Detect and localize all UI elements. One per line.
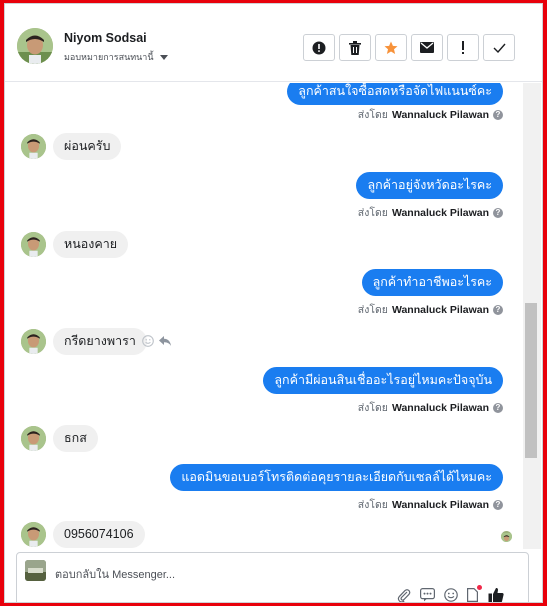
help-icon[interactable]: ?	[493, 207, 503, 218]
exclamation-icon	[462, 40, 464, 54]
reply-composer: ตอบกลับใน Messenger...	[16, 552, 529, 603]
done-button[interactable]	[483, 34, 515, 61]
help-icon[interactable]: ?	[493, 304, 503, 315]
star-icon	[384, 41, 398, 54]
message-thread: ลูกค้าสนใจซื้อสดหรือจัดไฟแนนซ์คะ ส่งโดย …	[5, 83, 523, 549]
sent-by-label: ส่งโดย Wannaluck Pilawan ?	[358, 399, 503, 416]
conversation-actions	[303, 34, 515, 61]
message-bubble-outgoing[interactable]: ลูกค้าอยู่จังหวัดอะไรคะ	[356, 172, 503, 199]
envelope-icon	[420, 42, 434, 53]
message-bubble-outgoing[interactable]: ลูกค้าทำอาชีพอะไรคะ	[361, 269, 503, 296]
message-bubble-incoming[interactable]: ธกส	[53, 424, 98, 452]
emoji-icon[interactable]	[444, 588, 458, 602]
reply-input[interactable]: ตอบกลับใน Messenger...	[55, 565, 175, 583]
message-bubble-outgoing[interactable]: ลูกค้าสนใจซื้อสดหรือจัดไฟแนนซ์คะ	[287, 83, 503, 105]
mark-unread-button[interactable]	[411, 34, 443, 61]
attach-file-button[interactable]	[467, 584, 482, 603]
assign-label: มอบหมายการสนทนานี้	[64, 52, 154, 62]
alert-circle-icon	[312, 41, 326, 54]
seen-indicator-avatar	[501, 531, 512, 542]
messenger-panel: Niyom Sodsai มอบหมายการสนทนานี้ ลูกค้าสน…	[4, 3, 543, 603]
sent-by-label: ส่งโดย Wannaluck Pilawan ?	[358, 301, 503, 318]
document-icon	[467, 587, 478, 602]
message-bubble-outgoing[interactable]: ลูกค้ามีผ่อนสินเชื่ออะไรอยู่ไหมคะปัจจุบั…	[263, 367, 503, 394]
sent-by-label: ส่งโดย Wannaluck Pilawan ?	[358, 496, 503, 513]
smiley-icon[interactable]	[142, 335, 154, 347]
notification-dot	[477, 584, 482, 590]
contact-name[interactable]: Niyom Sodsai	[64, 31, 147, 45]
composer-toolbar	[397, 584, 504, 603]
message-row-incoming: ผ่อนครับ	[21, 132, 122, 160]
message-row-incoming: 0956074106	[21, 520, 145, 548]
thumbs-up-icon[interactable]	[488, 587, 504, 603]
sender-avatar[interactable]	[21, 231, 46, 257]
message-bubble-outgoing[interactable]: แอดมินขอเบอร์โทรติดต่อคุยรายละเอียดกับเซ…	[170, 464, 503, 491]
check-icon	[493, 43, 506, 53]
important-button[interactable]	[447, 34, 479, 61]
message-bubble-incoming[interactable]: ผ่อนครับ	[53, 132, 122, 160]
message-bubble-incoming[interactable]: หนองคาย	[53, 230, 129, 258]
trash-icon	[349, 40, 361, 55]
sender-avatar[interactable]	[21, 328, 46, 354]
message-row-incoming: ธกส	[21, 424, 98, 452]
message-bubble-incoming[interactable]: 0956074106	[53, 520, 145, 548]
thread-scrollbar[interactable]	[523, 83, 541, 549]
help-icon[interactable]: ?	[493, 109, 503, 120]
scrollbar-thumb[interactable]	[525, 303, 537, 458]
conversation-header: Niyom Sodsai มอบหมายการสนทนานี้	[5, 12, 542, 82]
sender-avatar[interactable]	[21, 425, 46, 451]
message-reactions	[142, 335, 172, 347]
reply-icon[interactable]	[158, 335, 172, 347]
sent-by-label: ส่งโดย Wannaluck Pilawan ?	[358, 106, 503, 123]
assign-conversation-dropdown[interactable]: มอบหมายการสนทนานี้	[64, 50, 168, 64]
spam-button[interactable]	[303, 34, 335, 61]
star-button[interactable]	[375, 34, 407, 61]
caret-down-icon	[159, 54, 168, 60]
sent-by-label: ส่งโดย Wannaluck Pilawan ?	[358, 204, 503, 221]
message-row-incoming: หนองคาย	[21, 230, 129, 258]
help-icon[interactable]: ?	[493, 499, 503, 510]
paperclip-icon[interactable]	[397, 588, 411, 603]
contact-avatar[interactable]	[17, 28, 53, 64]
message-row-incoming: กรีดยางพารา	[21, 327, 147, 355]
page-avatar	[25, 560, 46, 581]
delete-button[interactable]	[339, 34, 371, 61]
sender-avatar[interactable]	[21, 133, 46, 159]
message-bubble-incoming[interactable]: กรีดยางพารา	[53, 327, 147, 355]
sender-avatar[interactable]	[21, 521, 46, 547]
saved-replies-icon[interactable]	[420, 588, 435, 602]
help-icon[interactable]: ?	[493, 402, 503, 413]
